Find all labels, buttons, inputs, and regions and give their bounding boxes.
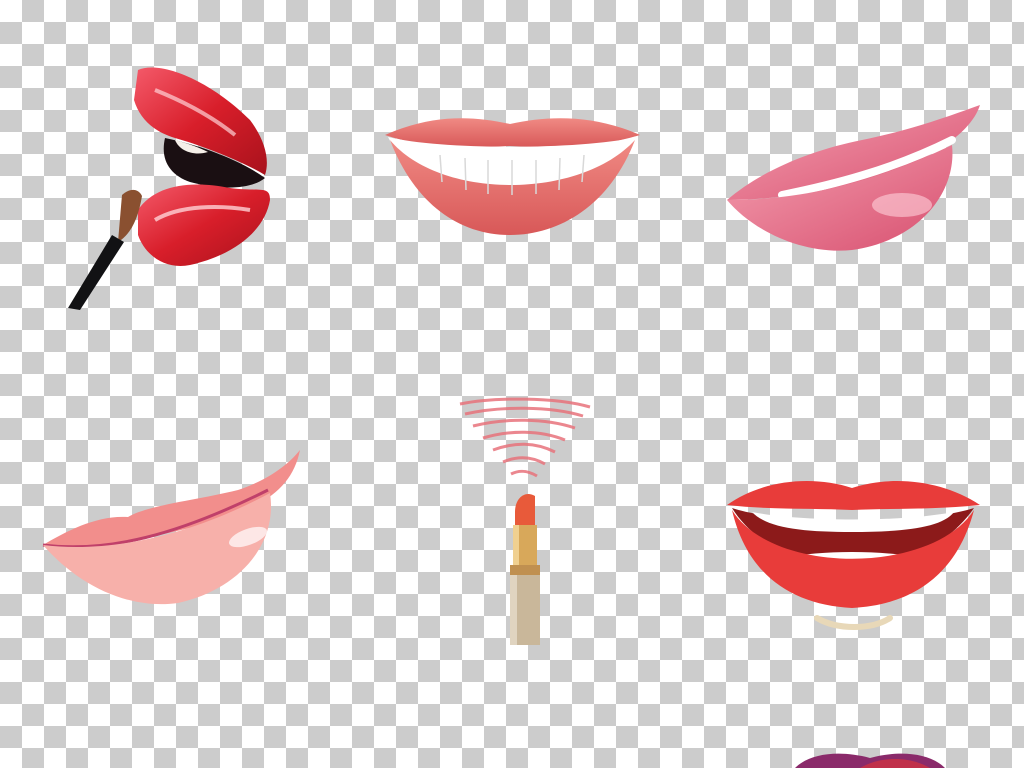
pink-side-lips-icon [727,105,980,251]
transparent-canvas [0,0,1024,768]
cartoon-red-smile-icon [727,481,980,630]
lipstick-with-swatch-icon [459,397,591,645]
smiling-lips-with-teeth-icon [385,118,640,235]
partial-purple-lips-icon [795,753,945,768]
glossy-lips-with-brush-icon [68,67,270,310]
cartoon-pink-lips-icon [42,450,300,605]
